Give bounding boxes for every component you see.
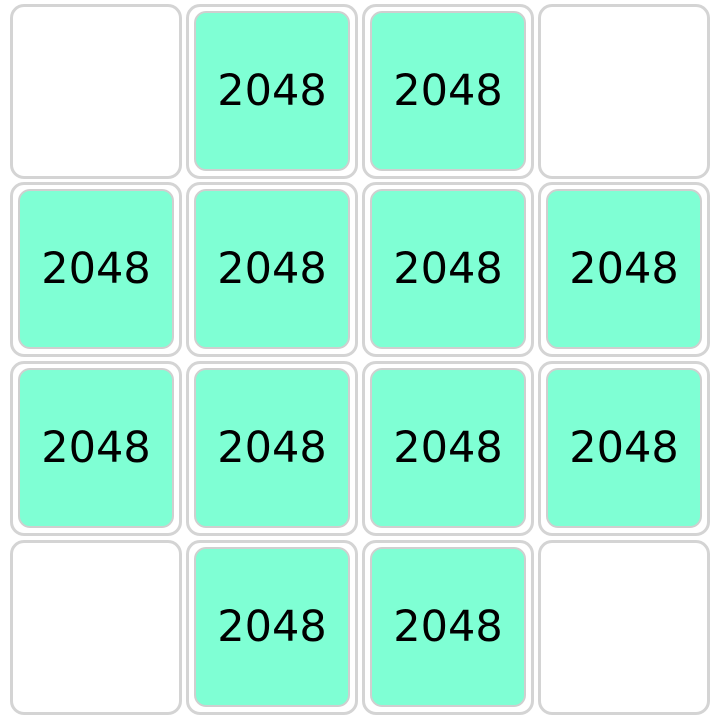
board-cell bbox=[538, 540, 710, 715]
tile: 2048 bbox=[370, 11, 526, 171]
tile: 2048 bbox=[370, 368, 526, 528]
tile: 2048 bbox=[370, 547, 526, 707]
board-cell bbox=[10, 540, 182, 715]
tile: 2048 bbox=[194, 11, 350, 171]
game-board[interactable]: 2048 2048 2048 2048 2048 2048 2048 2048 2048 2048… bbox=[0, 0, 718, 722]
tile: 2048 bbox=[194, 547, 350, 707]
tile: 2048 bbox=[194, 189, 350, 349]
tile: 2048 bbox=[370, 189, 526, 349]
board-cell bbox=[10, 4, 182, 179]
tile: 2048 bbox=[194, 368, 350, 528]
tile: 2048 bbox=[546, 189, 702, 349]
tile: 2048 bbox=[18, 368, 174, 528]
tile: 2048 bbox=[18, 189, 174, 349]
board-cell bbox=[538, 4, 710, 179]
tile: 2048 bbox=[546, 368, 702, 528]
